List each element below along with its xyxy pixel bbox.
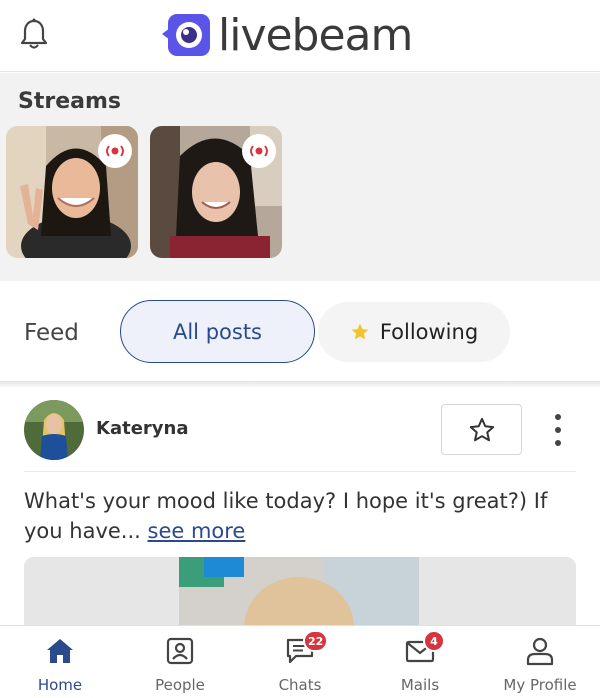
post-divider [24, 471, 576, 472]
chats-count-badge: 22 [303, 630, 329, 652]
app-header: livebeam [0, 0, 600, 72]
see-more-link[interactable]: see more [148, 519, 246, 543]
nav-label-my-profile: My Profile [503, 676, 577, 694]
profile-icon [525, 636, 555, 666]
feed-tabs-bar: Feed All posts Following [0, 282, 600, 382]
nav-label-mails: Mails [400, 676, 440, 694]
feed-label: Feed [24, 320, 79, 346]
chat-icon: 22 [285, 630, 329, 666]
live-indicator [98, 134, 132, 168]
live-broadcast-icon [250, 145, 268, 157]
nav-label-home: Home [37, 676, 83, 694]
stream-card[interactable] [150, 126, 282, 258]
section-divider [0, 381, 600, 387]
people-icon [165, 636, 195, 666]
more-dot [555, 414, 561, 420]
live-broadcast-icon [106, 145, 124, 157]
avatar[interactable] [24, 400, 84, 460]
nav-people[interactable]: People [120, 626, 240, 698]
post-text: What's your mood like today? I hope it's… [24, 486, 584, 546]
bottom-navigation: Home People 22 Chats 4 Mails My Profile [0, 625, 600, 698]
notifications-bell-icon[interactable] [20, 18, 48, 50]
more-options-icon[interactable] [548, 414, 568, 446]
home-icon [45, 636, 75, 666]
nav-label-chats: Chats [278, 676, 322, 694]
tab-following-label: Following [379, 320, 479, 344]
mail-icon: 4 [405, 630, 445, 666]
post-body: What's your mood like today? I hope it's… [24, 489, 548, 543]
star-outline-icon [469, 417, 494, 441]
post-image[interactable] [24, 557, 576, 632]
streams-section: Streams [0, 73, 600, 281]
more-dot [555, 427, 561, 433]
more-dot [555, 440, 561, 446]
stream-card[interactable] [6, 126, 138, 258]
brand-name: livebeam [218, 10, 413, 61]
favorite-button[interactable] [441, 404, 522, 455]
nav-my-profile[interactable]: My Profile [480, 626, 600, 698]
logo-camera-icon [160, 12, 212, 60]
post-author-name[interactable]: Kateryna [96, 418, 188, 439]
tab-all-posts[interactable]: All posts [120, 300, 315, 363]
livebeam-logo[interactable]: livebeam [160, 10, 413, 62]
mails-count-badge: 4 [423, 630, 445, 652]
nav-home[interactable]: Home [0, 626, 120, 698]
live-indicator [242, 134, 276, 168]
star-icon [351, 323, 369, 340]
nav-chats[interactable]: 22 Chats [240, 626, 360, 698]
nav-mails[interactable]: 4 Mails [360, 626, 480, 698]
nav-label-people: People [155, 676, 205, 694]
streams-title: Streams [18, 89, 121, 114]
tab-following[interactable]: Following [318, 302, 510, 362]
